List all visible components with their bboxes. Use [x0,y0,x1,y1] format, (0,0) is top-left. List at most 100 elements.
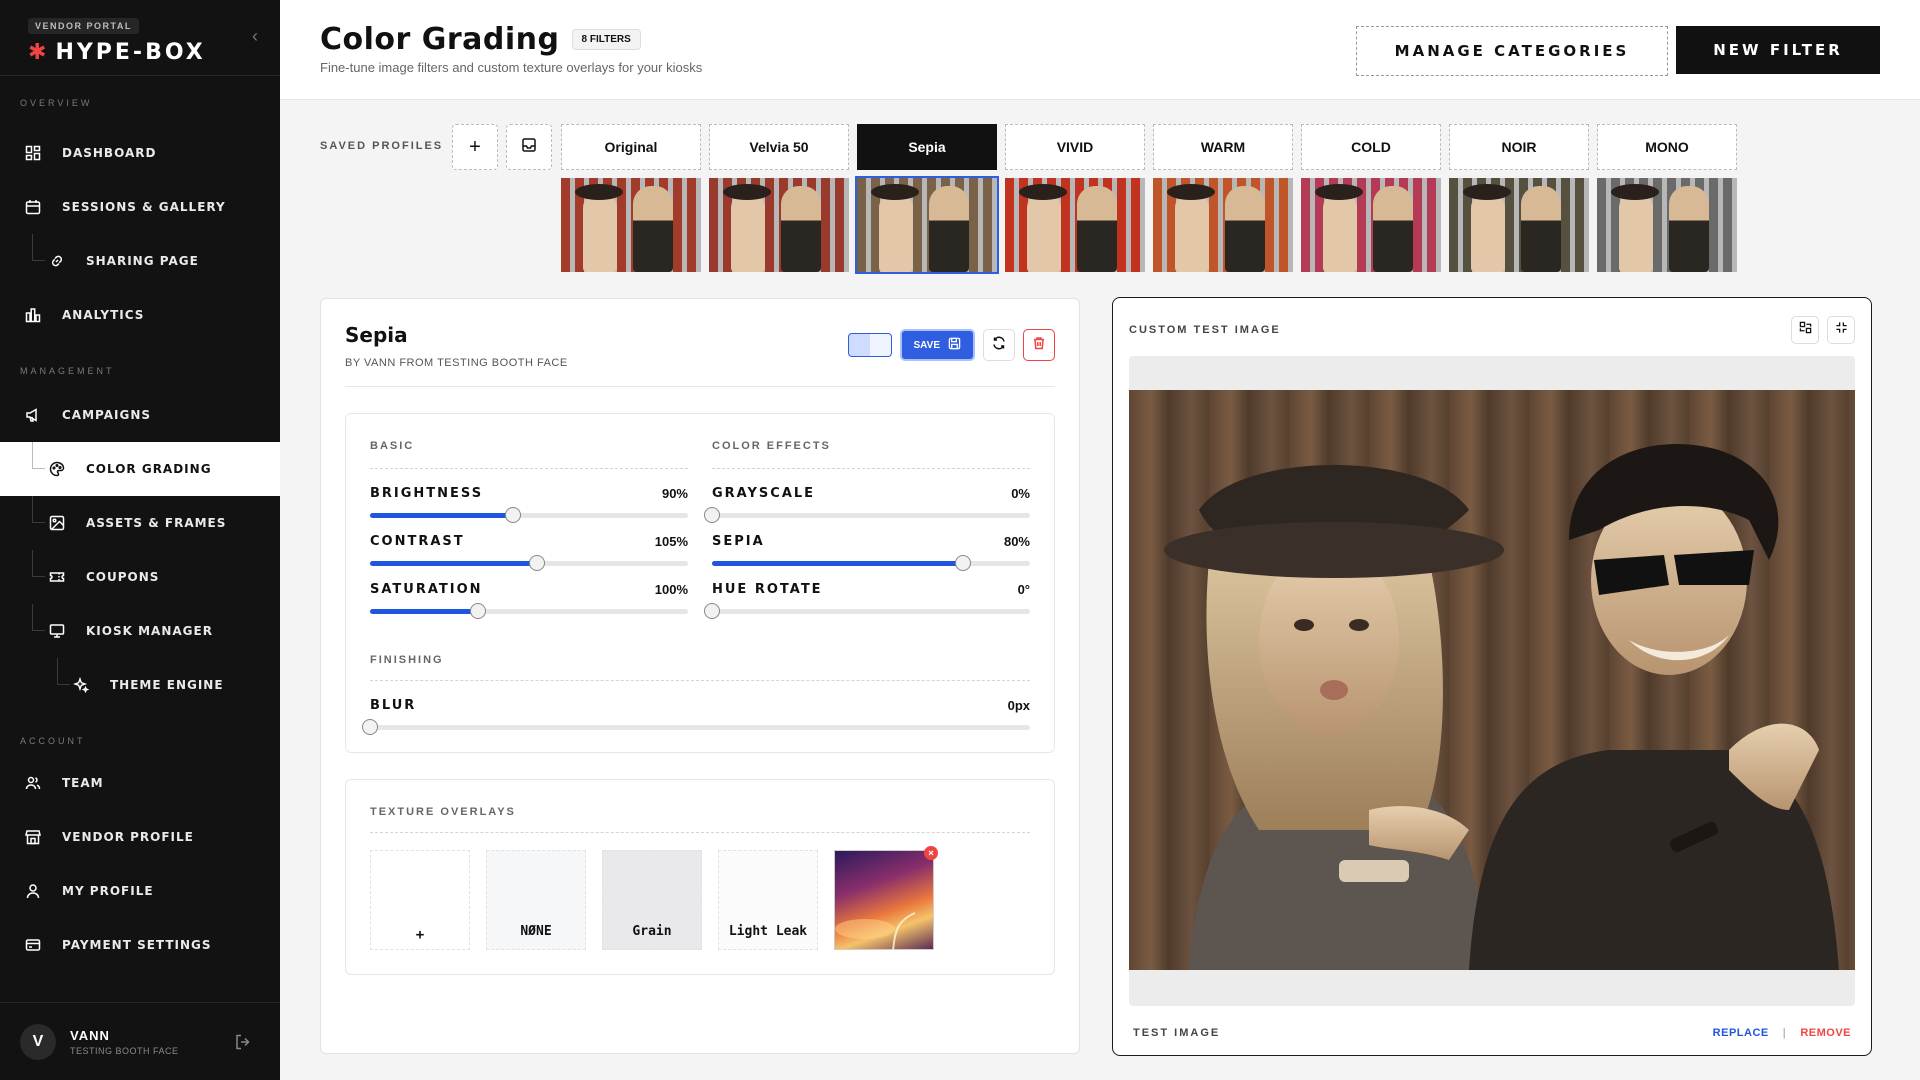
slider-value: 0px [1007,698,1030,713]
nav-item-theme-engine[interactable]: THEME ENGINE [0,658,280,712]
grayscale-slider[interactable]: GRAYSCALE 0% [704,486,1030,523]
profile-original[interactable]: Original [561,124,701,272]
slider-handle[interactable] [505,507,522,523]
profile-noir[interactable]: NOIR [1449,124,1589,272]
filter-editor-card: Sepia BY VANN FROM TESTING BOOTH FACE SA… [320,298,1080,1054]
new-filter-button[interactable]: NEW FILTER [1676,26,1880,74]
slider-track[interactable] [712,555,1030,571]
texture-light-leak[interactable]: Light Leak [718,850,818,950]
profile-tab[interactable]: NOIR [1449,124,1589,170]
slider-label: GRAYSCALE [712,486,816,501]
profile-tab[interactable]: COLD [1301,124,1441,170]
basic-section-label: BASIC [370,440,415,452]
profile-thumbnail[interactable] [1597,178,1737,272]
slider-track[interactable] [370,603,688,619]
nav-item-campaigns[interactable]: CAMPAIGNS [0,388,280,442]
profile-thumbnail[interactable] [709,178,849,272]
nav-item-analytics[interactable]: ANALYTICS [0,288,280,342]
profile-mono[interactable]: MONO [1597,124,1737,272]
thumb-hat [1019,184,1067,200]
nav-item-sessions-gallery[interactable]: SESSIONS & GALLERY [0,180,280,234]
color-effects-section-label: COLOR EFFECTS [712,440,831,452]
nav-item-payment-settings[interactable]: PAYMENT SETTINGS [0,918,280,972]
texture-custom[interactable]: × [834,846,938,951]
thumb-person [583,192,617,272]
profile-thumbnail[interactable] [855,176,999,274]
saturation-slider[interactable]: SATURATION 100% [370,582,688,619]
user-block[interactable]: V VANN TESTING BOOTH FACE [0,1002,280,1080]
profile-tab[interactable]: Velvia 50 [709,124,849,170]
sepia-slider[interactable]: SEPIA 80% [712,534,1030,571]
nav-item-dashboard[interactable]: DASHBOARD [0,126,280,180]
add-profile-button[interactable]: + [452,124,498,170]
nav-item-coupons[interactable]: COUPONS [0,550,280,604]
profile-tab[interactable]: WARM [1153,124,1293,170]
add-texture-button[interactable]: + [370,850,470,950]
logo[interactable]: ✱ HYPE-BOX [28,40,280,65]
nav-item-assets-frames[interactable]: ASSETS & FRAMES [0,496,280,550]
logout-icon[interactable] [234,1033,252,1056]
profile-warm[interactable]: WARM [1153,124,1293,272]
profile-velvia-50[interactable]: Velvia 50 [709,124,849,272]
inbox-icon [521,137,537,158]
contrast-slider[interactable]: CONTRAST 105% [370,534,688,571]
nav-item-sharing-page[interactable]: SHARING PAGE [0,234,280,288]
profile-thumbnail[interactable] [1449,178,1589,272]
remove-image-link[interactable]: REMOVE [1800,1027,1851,1039]
slider-track[interactable] [370,507,688,523]
nav-item-kiosk-manager[interactable]: KIOSK MANAGER [0,604,280,658]
profile-tab[interactable]: VIVID [1005,124,1145,170]
collapse-sidebar-icon[interactable]: ‹ [252,26,258,47]
slider-track[interactable] [370,555,688,571]
thumb-person [1669,186,1709,272]
delete-filter-button[interactable] [1023,329,1055,361]
fullscreen-button[interactable] [1827,316,1855,344]
profile-thumbnail[interactable] [1005,178,1145,272]
profile-vivid[interactable]: VIVID [1005,124,1145,272]
slider-fill [370,513,514,518]
profile-sepia[interactable]: Sepia [855,124,999,274]
profile-tab[interactable]: MONO [1597,124,1737,170]
profile-thumbnail[interactable] [1301,178,1441,272]
preview-toggle-swatch[interactable] [847,333,892,357]
save-button[interactable]: SAVE [899,329,975,361]
manage-categories-button[interactable]: MANAGE CATEGORIES [1356,26,1668,76]
texture-none[interactable]: NØNE [486,850,586,950]
asterisk-icon: ✱ [28,40,50,65]
slider-handle[interactable] [955,555,972,571]
slider-handle[interactable] [704,507,720,523]
slider-track[interactable] [704,603,1030,619]
profile-tab[interactable]: Sepia [857,124,997,170]
slider-track[interactable] [362,719,1030,735]
slider-fill [370,609,479,614]
texture-grain[interactable]: Grain [602,850,702,950]
nav-item-team[interactable]: TEAM [0,756,280,810]
slider-value: 0% [1011,486,1030,501]
nav-item-color-grading[interactable]: COLOR GRADING [0,442,280,496]
slider-handle[interactable] [528,555,545,571]
replace-image-link[interactable]: REPLACE [1713,1027,1769,1039]
hue-rotate-slider[interactable]: HUE ROTATE 0° [704,582,1030,619]
compare-button[interactable] [1791,316,1819,344]
slider-handle[interactable] [362,719,378,735]
test-image-actions: REPLACE | REMOVE [1713,1027,1851,1039]
user-icon [24,882,42,900]
profile-thumbnail[interactable] [1153,178,1293,272]
profile-thumbnail[interactable] [561,178,701,272]
thumb-person [1175,192,1209,272]
profile-cold[interactable]: COLD [1301,124,1441,272]
profile-tab[interactable]: Original [561,124,701,170]
blur-slider[interactable]: BLUR 0px [362,698,1030,735]
brightness-slider[interactable]: BRIGHTNESS 90% [370,486,688,523]
save-profile-button[interactable] [506,124,552,170]
link-icon [48,252,66,270]
slider-handle[interactable] [704,603,720,619]
nav-item-vendor-profile[interactable]: VENDOR PROFILE [0,810,280,864]
brand-name: HYPE-BOX [55,40,206,65]
slider-track[interactable] [704,507,1030,523]
slider-handle[interactable] [470,603,487,619]
reset-button[interactable] [983,329,1015,361]
thumb-person [1027,192,1061,272]
nav-item-my-profile[interactable]: MY PROFILE [0,864,280,918]
nav-label: COUPONS [86,570,160,584]
